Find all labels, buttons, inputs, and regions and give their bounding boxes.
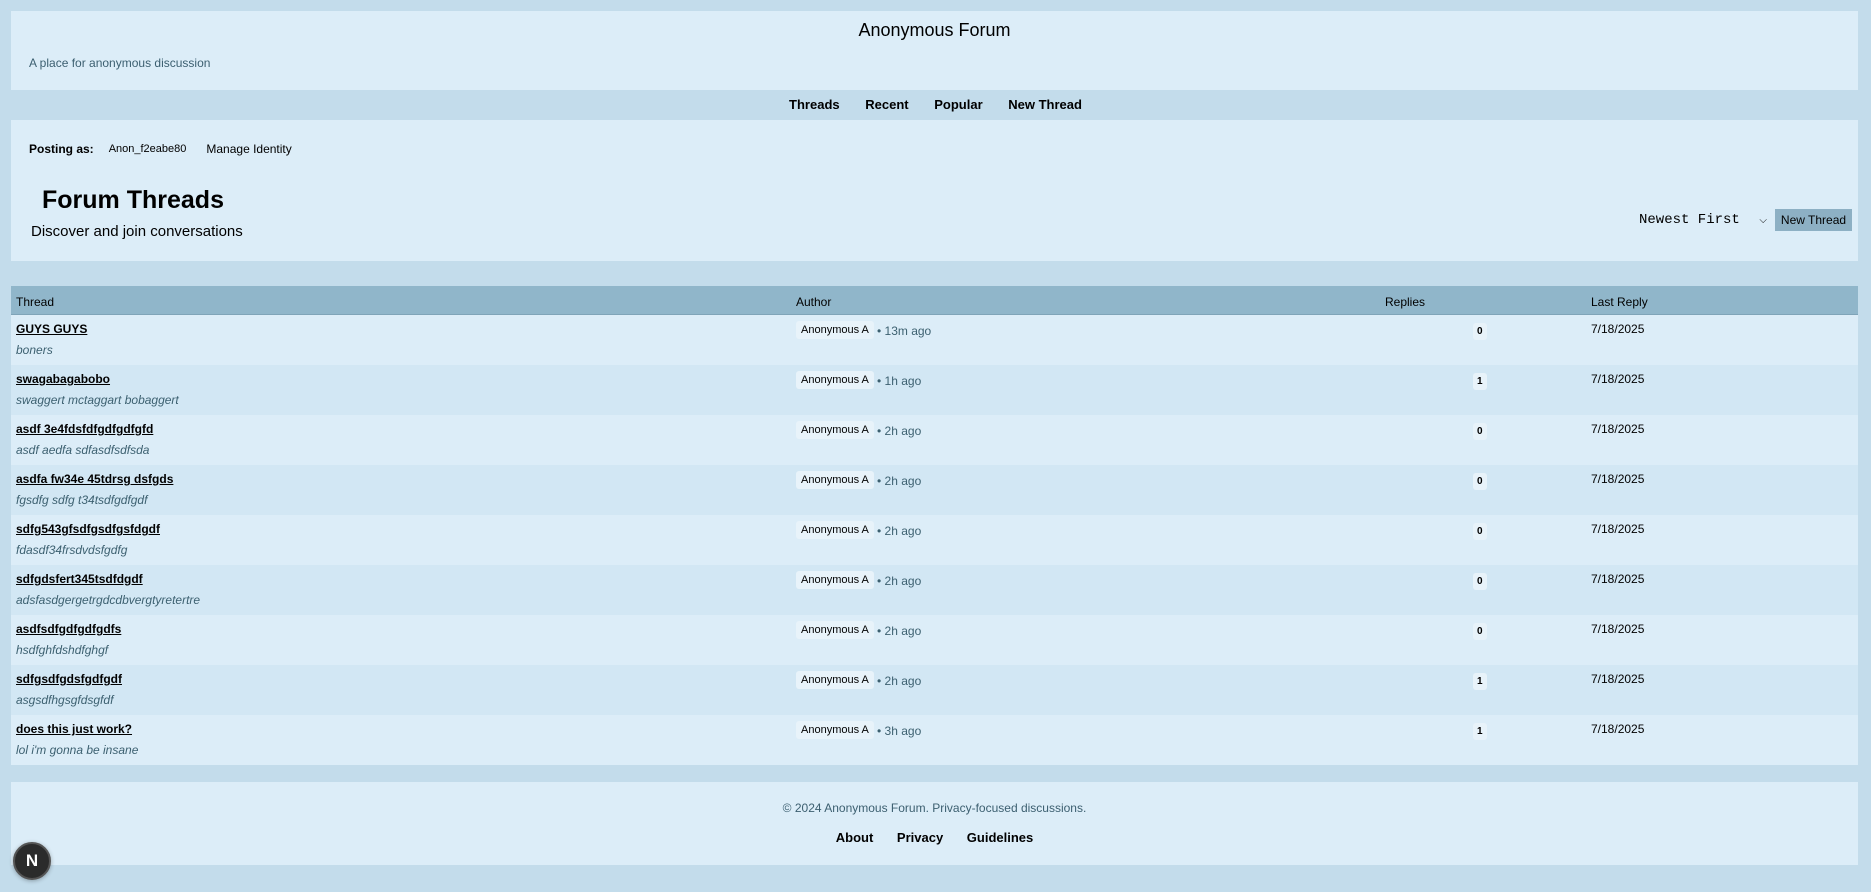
posting-as-label: Posting as: <box>29 142 94 156</box>
replies-count: 0 <box>1473 573 1487 590</box>
page-subtitle: Discover and join conversations <box>31 223 243 240</box>
thread-title-link[interactable]: does this just work? <box>16 722 132 736</box>
nav-new-thread[interactable]: New Thread <box>1008 90 1082 120</box>
thread-excerpt: adsfasdgergetrgdcdbvergtyretertre <box>16 593 201 607</box>
sort-select[interactable]: Newest First ⌵ <box>1625 210 1773 230</box>
threads-table: Thread Author Replies Last Reply GUYS GU… <box>11 286 1858 765</box>
author-badge: Anonymous A <box>796 471 874 489</box>
footer-guidelines-link[interactable]: Guidelines <box>967 830 1033 845</box>
nav-popular[interactable]: Popular <box>934 90 982 120</box>
replies-count: 1 <box>1473 673 1487 690</box>
thread-excerpt: boners <box>16 343 53 357</box>
last-reply-date: 7/18/2025 <box>1591 722 1645 736</box>
thread-excerpt: swaggert mctaggart bobaggert <box>16 393 179 407</box>
author-badge: Anonymous A <box>796 421 874 439</box>
nav-recent[interactable]: Recent <box>865 90 908 120</box>
last-reply-date: 7/18/2025 <box>1591 672 1645 686</box>
site-title: Anonymous Forum <box>858 20 1011 40</box>
post-time: • 2h ago <box>877 424 922 438</box>
table-row: asdf 3e4fdsfdfgdfgdfgfd asdf aedfa sdfasd… <box>11 415 1858 465</box>
thread-excerpt: asdf aedfa sdfasdfsdfsda <box>16 443 150 457</box>
replies-count: 0 <box>1473 323 1487 340</box>
thread-title-link[interactable]: GUYS GUYS <box>16 322 87 336</box>
thread-excerpt: fgsdfg sdfg t34tsdfgdfgdf <box>16 493 148 507</box>
post-time: • 2h ago <box>877 624 922 638</box>
thread-title-link[interactable]: sdfg543gfsdfgsdfgsfdgdf <box>16 522 160 536</box>
thread-title-link[interactable]: swagabagabobo <box>16 372 110 386</box>
table-body: GUYS GUYS boners Anonymous A • 13m ago 0 7/18… <box>11 315 1858 765</box>
replies-count: 1 <box>1473 723 1487 740</box>
col-author: Author <box>796 295 832 309</box>
replies-count: 0 <box>1473 423 1487 440</box>
thread-title-link[interactable]: asdfsdfgdfgdfgdfs <box>16 622 121 636</box>
col-last-reply: Last Reply <box>1591 295 1648 309</box>
chevron-down-icon: ⌵ <box>1759 214 1767 226</box>
last-reply-date: 7/18/2025 <box>1591 472 1645 486</box>
post-time: • 1h ago <box>877 374 922 388</box>
identity-bar: Posting as: Anon_f2eabe80 Manage Identit… <box>29 142 292 156</box>
col-thread: Thread <box>16 295 55 309</box>
last-reply-date: 7/18/2025 <box>1591 622 1645 636</box>
author-badge: Anonymous A <box>796 671 874 689</box>
thread-title-link[interactable]: asdf 3e4fdsfdfgdfgdfgfd <box>16 422 153 436</box>
table-row: swagabagabobo swaggert mctaggart bobagger… <box>11 365 1858 415</box>
sort-selected-value: Newest First <box>1639 212 1740 228</box>
post-time: • 13m ago <box>877 324 932 338</box>
table-row: asdfa fw34e 45tdrsg dsfgds fgsdfg sdfg t3… <box>11 465 1858 515</box>
last-reply-date: 7/18/2025 <box>1591 372 1645 386</box>
thread-excerpt: fdasdf34frsdvdsfgdfg <box>16 543 128 557</box>
replies-count: 0 <box>1473 623 1487 640</box>
author-badge: Anonymous A <box>796 321 874 339</box>
table-row: asdfsdfgdfgdfgdfs hsdfghfdshdfghgf Anonymo… <box>11 615 1858 665</box>
author-badge: Anonymous A <box>796 371 874 389</box>
intro-panel: Posting as: Anon_f2eabe80 Manage Identit… <box>11 120 1858 261</box>
last-reply-date: 7/18/2025 <box>1591 572 1645 586</box>
table-row: sdfgdsfert345tsdfdgdf adsfasdgergetrgdcdb… <box>11 565 1858 615</box>
last-reply-date: 7/18/2025 <box>1591 522 1645 536</box>
post-time: • 2h ago <box>877 574 922 588</box>
new-thread-button[interactable]: New Thread <box>1775 209 1852 231</box>
post-time: • 2h ago <box>877 674 922 688</box>
author-badge: Anonymous A <box>796 721 874 739</box>
table-row: does this just work? lol i'm gonna be ins… <box>11 715 1858 765</box>
thread-excerpt: hsdfghfdshdfghgf <box>16 643 109 657</box>
table-row: sdfg543gfsdfgsdfgsfdgdf fdasdf34frsdvdsfg… <box>11 515 1858 565</box>
thread-title-link[interactable]: asdfa fw34e 45tdrsg dsfgds <box>16 472 173 486</box>
last-reply-date: 7/18/2025 <box>1591 322 1645 336</box>
thread-excerpt: asgsdfhgsgfdsgfdf <box>16 693 114 707</box>
page-title: Forum Threads <box>42 186 224 214</box>
table-row: sdfgsdfgdsfgdfgdf asgsdfhgsgfdsgfdf Anonym… <box>11 665 1858 715</box>
replies-count: 0 <box>1473 473 1487 490</box>
table-header: Thread Author Replies Last Reply <box>11 286 1858 315</box>
next-logo-icon[interactable]: N <box>13 842 51 880</box>
identity-name: Anon_f2eabe80 <box>108 143 187 155</box>
nav-threads[interactable]: Threads <box>789 90 840 120</box>
footer-links: About Privacy Guidelines <box>11 830 1858 845</box>
post-time: • 3h ago <box>877 724 922 738</box>
author-badge: Anonymous A <box>796 621 874 639</box>
col-replies: Replies <box>1385 295 1426 309</box>
table-row: GUYS GUYS boners Anonymous A • 13m ago 0 7/18… <box>11 315 1858 365</box>
replies-count: 0 <box>1473 523 1487 540</box>
author-badge: Anonymous A <box>796 571 874 589</box>
site-footer: © 2024 Anonymous Forum. Privacy-focused … <box>11 782 1858 865</box>
site-tagline: A place for anonymous discussion <box>29 56 211 70</box>
post-time: • 2h ago <box>877 524 922 538</box>
manage-identity-link[interactable]: Manage Identity <box>206 142 291 156</box>
footer-about-link[interactable]: About <box>836 830 874 845</box>
post-time: • 2h ago <box>877 474 922 488</box>
site-header: Anonymous Forum A place for anonymous di… <box>11 11 1858 90</box>
footer-privacy-link[interactable]: Privacy <box>897 830 943 845</box>
thread-title-link[interactable]: sdfgdsfert345tsdfdgdf <box>16 572 143 586</box>
main-nav: Threads Recent Popular New Thread <box>0 90 1871 120</box>
thread-title-link[interactable]: sdfgsdfgdsfgdfgdf <box>16 672 122 686</box>
copyright: © 2024 Anonymous Forum. Privacy-focused … <box>782 801 1087 815</box>
last-reply-date: 7/18/2025 <box>1591 422 1645 436</box>
replies-count: 1 <box>1473 373 1487 390</box>
thread-excerpt: lol i'm gonna be insane <box>16 743 139 757</box>
author-badge: Anonymous A <box>796 521 874 539</box>
